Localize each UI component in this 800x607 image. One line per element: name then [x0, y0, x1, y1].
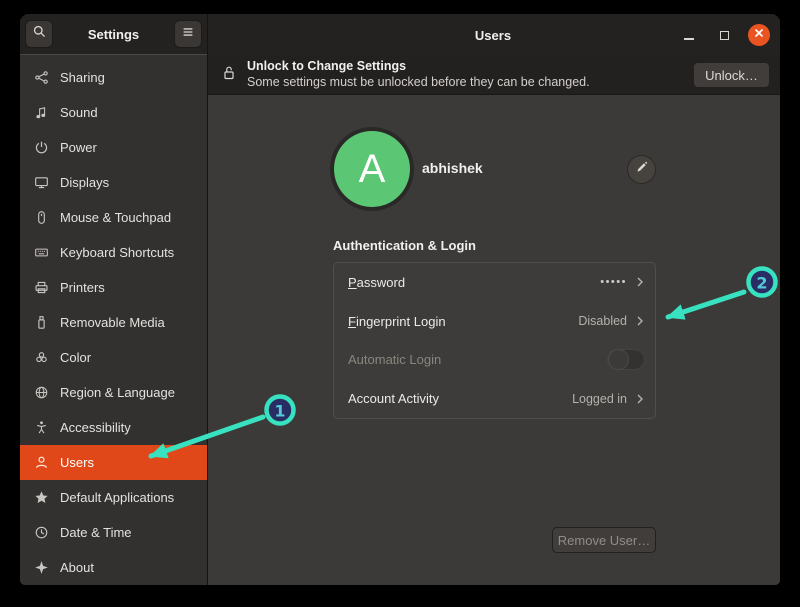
auth-section-title: Authentication & Login	[333, 238, 476, 253]
account-activity-label: Account Activity	[348, 391, 572, 406]
chevron-right-icon	[635, 315, 645, 327]
minimize-icon	[684, 38, 694, 40]
avatar-letter: A	[359, 147, 386, 192]
sidebar-item-label: Accessibility	[60, 420, 131, 435]
sidebar-item-sound[interactable]: Sound	[20, 95, 207, 130]
sidebar-item-sharing[interactable]: Sharing	[20, 60, 207, 95]
sparkle-icon	[33, 559, 50, 576]
sidebar-item-accessibility[interactable]: Accessibility	[20, 410, 207, 445]
sidebar-item-label: Sound	[60, 105, 98, 120]
desktop-background: Settings	[0, 0, 800, 607]
mouse-icon	[33, 209, 50, 226]
chevron-right-icon	[635, 276, 645, 288]
sidebar-title: Settings	[53, 27, 174, 42]
sidebar-item-label: Color	[60, 350, 91, 365]
sidebar-item-power[interactable]: Power	[20, 130, 207, 165]
sidebar-item-label: Keyboard Shortcuts	[60, 245, 174, 260]
password-label: Password	[348, 275, 600, 290]
sidebar-item-about[interactable]: About	[20, 550, 207, 585]
toggle-knob	[608, 349, 629, 370]
users-icon	[33, 454, 50, 471]
sidebar-item-label: Removable Media	[60, 315, 165, 330]
banner-texts: Unlock to Change Settings Some settings …	[247, 59, 693, 90]
close-button[interactable]	[748, 24, 770, 46]
unlock-button[interactable]: Unlock…	[693, 62, 770, 88]
password-row[interactable]: Password •••••	[334, 263, 655, 302]
sidebar-item-label: Printers	[60, 280, 105, 295]
sidebar-item-removable-media[interactable]: Removable Media	[20, 305, 207, 340]
avatar[interactable]: A	[334, 131, 410, 207]
keyboard-icon	[33, 244, 50, 261]
remove-user-button[interactable]: Remove User…	[552, 527, 656, 553]
star-icon	[33, 489, 50, 506]
fingerprint-value: Disabled	[578, 314, 627, 328]
sidebar-item-label: Mouse & Touchpad	[60, 210, 171, 225]
sidebar-headerbar: Settings	[20, 14, 207, 55]
close-icon	[753, 26, 765, 44]
auth-rows-box: Password ••••• Fingerprint Login Disable…	[333, 262, 656, 419]
printer-icon	[33, 279, 50, 296]
sidebar-item-displays[interactable]: Displays	[20, 165, 207, 200]
maximize-icon	[720, 31, 729, 40]
sidebar-list: Sharing Sound	[20, 55, 207, 585]
sidebar-item-label: Default Applications	[60, 490, 174, 505]
clock-icon	[33, 524, 50, 541]
search-icon	[32, 24, 47, 44]
settings-window: Settings	[20, 14, 780, 585]
window-controls	[678, 24, 770, 46]
sidebar-item-region-language[interactable]: Region & Language	[20, 375, 207, 410]
color-icon	[33, 349, 50, 366]
sidebar-item-printers[interactable]: Printers	[20, 270, 207, 305]
sidebar-item-label: About	[60, 560, 94, 575]
sidebar-item-default-applications[interactable]: Default Applications	[20, 480, 207, 515]
unlock-banner: Unlock to Change Settings Some settings …	[208, 56, 780, 95]
automatic-login-label: Automatic Login	[348, 352, 607, 367]
sidebar-item-mouse-touchpad[interactable]: Mouse & Touchpad	[20, 200, 207, 235]
user-name: abhishek	[422, 160, 483, 176]
sidebar-item-users[interactable]: Users	[20, 445, 207, 480]
sidebar-item-label: Users	[60, 455, 94, 470]
primary-menu-button[interactable]	[174, 20, 202, 48]
account-activity-value: Logged in	[572, 392, 627, 406]
share-icon	[33, 69, 50, 86]
sidebar-item-color[interactable]: Color	[20, 340, 207, 375]
account-activity-row[interactable]: Account Activity Logged in	[334, 379, 655, 418]
pencil-icon	[635, 161, 648, 179]
automatic-login-toggle[interactable]	[607, 349, 645, 370]
power-icon	[33, 139, 50, 156]
accessibility-icon	[33, 419, 50, 436]
sidebar-item-label: Sharing	[60, 70, 105, 85]
sidebar-item-label: Displays	[60, 175, 109, 190]
password-value: •••••	[600, 276, 627, 288]
display-icon	[33, 174, 50, 191]
users-content: A abhishek Authentication & Login Passwo…	[208, 95, 780, 585]
banner-title: Unlock to Change Settings	[247, 59, 693, 75]
hamburger-menu-icon	[181, 25, 195, 44]
sidebar: Settings	[20, 14, 208, 585]
sidebar-item-label: Power	[60, 140, 97, 155]
minimize-button[interactable]	[678, 24, 700, 46]
sidebar-item-label: Region & Language	[60, 385, 175, 400]
globe-icon	[33, 384, 50, 401]
edit-name-button[interactable]	[627, 155, 656, 184]
banner-subtitle: Some settings must be unlocked before th…	[247, 75, 693, 91]
lock-icon	[222, 65, 238, 86]
main-headerbar: Users	[208, 14, 780, 56]
usb-icon	[33, 314, 50, 331]
fingerprint-label: Fingerprint Login	[348, 314, 578, 329]
main-panel: Users	[208, 14, 780, 585]
sound-icon	[33, 104, 50, 121]
sidebar-item-label: Date & Time	[60, 525, 132, 540]
page-title: Users	[222, 28, 678, 43]
sidebar-item-keyboard-shortcuts[interactable]: Keyboard Shortcuts	[20, 235, 207, 270]
maximize-button[interactable]	[713, 24, 735, 46]
chevron-right-icon	[635, 393, 645, 405]
sidebar-item-date-time[interactable]: Date & Time	[20, 515, 207, 550]
automatic-login-row: Automatic Login	[334, 341, 655, 380]
fingerprint-login-row[interactable]: Fingerprint Login Disabled	[334, 302, 655, 341]
search-button[interactable]	[25, 20, 53, 48]
